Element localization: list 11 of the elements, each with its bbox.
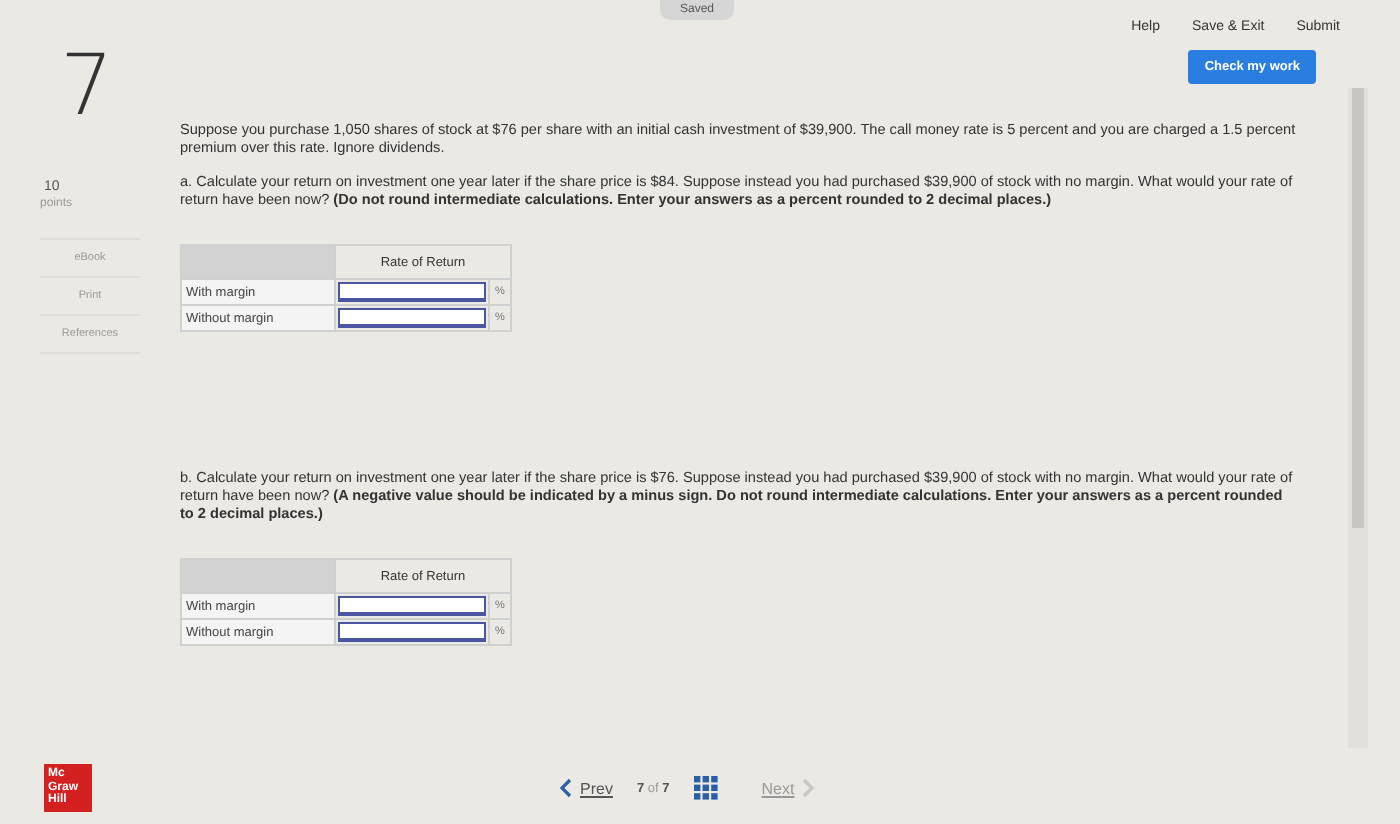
chevron-right-icon: [802, 778, 815, 798]
question-number: 7: [60, 44, 114, 128]
prev-link[interactable]: Prev: [560, 778, 613, 798]
answer-field[interactable]: [338, 622, 486, 642]
next-link[interactable]: Next: [761, 778, 815, 798]
answer-field[interactable]: [338, 596, 486, 616]
answer-field[interactable]: [338, 308, 486, 328]
answer-field[interactable]: [338, 282, 486, 302]
chevron-left-icon: [560, 778, 572, 798]
grid-icon[interactable]: [693, 776, 718, 800]
scrollbar[interactable]: [1348, 88, 1368, 748]
